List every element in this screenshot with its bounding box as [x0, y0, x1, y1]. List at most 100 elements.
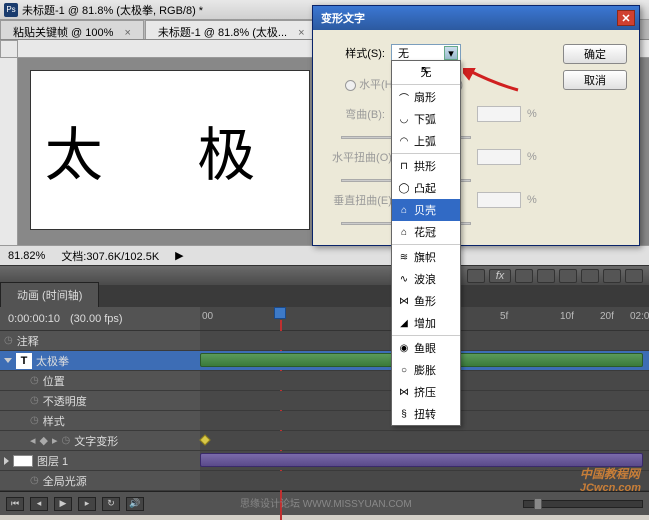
close-button[interactable]: ✕ — [617, 10, 635, 26]
dd-shell-lower[interactable]: ⌂贝壳↖ — [392, 199, 460, 221]
dd-arc[interactable]: ⌒扇形 — [392, 86, 460, 108]
dd-wave[interactable]: ∿波浪 — [392, 268, 460, 290]
text-layer-content[interactable]: 太 极 — [45, 108, 296, 192]
keyframe-nav-next-icon[interactable]: ▸ — [52, 434, 58, 447]
opt-btn[interactable] — [625, 269, 643, 283]
vdist-input — [477, 192, 521, 208]
speaker-icon[interactable]: 🔊 — [126, 497, 144, 511]
loop-button[interactable]: ↻ — [102, 497, 120, 511]
ruler-vertical[interactable] — [0, 58, 18, 245]
bend-input — [477, 106, 521, 122]
prev-frame-button[interactable]: ◂ — [30, 497, 48, 511]
dd-bulge[interactable]: ◯凸起 — [392, 177, 460, 199]
opt-btn[interactable] — [467, 269, 485, 283]
opt-btn[interactable] — [515, 269, 533, 283]
keyframe-nav-prev-icon[interactable]: ◂ — [30, 434, 36, 447]
row-comments[interactable]: ◷注释 — [0, 331, 649, 351]
row-position[interactable]: ◷位置 — [0, 371, 649, 391]
layer-track[interactable] — [200, 453, 643, 467]
row-opacity[interactable]: ◷不透明度 — [0, 391, 649, 411]
cancel-button[interactable]: 取消 — [563, 70, 627, 90]
dd-flag[interactable]: ≋旗帜 — [392, 246, 460, 268]
opt-btn[interactable] — [537, 269, 555, 283]
app-icon: Ps — [4, 3, 18, 17]
status-bar: 81.82% 文档:307.6K/102.5K ▶ — [0, 245, 649, 265]
animation-panel: 动画 (时间轴) 0:00:00:10 (30.00 fps) 00 5f 10… — [0, 285, 649, 515]
disclosure-icon[interactable] — [4, 358, 12, 363]
chevron-right-icon[interactable]: ▶ — [175, 249, 183, 262]
rewind-button[interactable]: ⏮ — [6, 497, 24, 511]
dd-arc-upper[interactable]: ◠上弧 — [392, 130, 460, 152]
stopwatch-icon[interactable]: ◷ — [30, 415, 39, 426]
twist-icon: § — [398, 409, 410, 419]
dd-arc-lower[interactable]: ◡下弧 — [392, 108, 460, 130]
doc-tab-0[interactable]: 粘贴关键帧 @ 100% × — [0, 20, 144, 39]
opt-fx-button[interactable]: fx — [489, 269, 511, 283]
fish-icon: ⋈ — [398, 296, 410, 306]
row-global-light[interactable]: ◷全局光源 — [0, 471, 649, 491]
ruler-corner[interactable] — [0, 40, 18, 58]
flag-icon: ≋ — [398, 252, 410, 262]
dd-rise[interactable]: ◢增加 — [392, 312, 460, 334]
zoom-level[interactable]: 81.82% — [8, 250, 45, 262]
animation-tab[interactable]: 动画 (时间轴) — [0, 282, 99, 307]
wave-icon: ∿ — [398, 274, 410, 284]
zoom-slider[interactable] — [523, 500, 643, 508]
panel-tabs: 动画 (时间轴) — [0, 285, 649, 307]
row-style[interactable]: ◷样式 — [0, 411, 649, 431]
disclosure-icon[interactable] — [4, 457, 9, 465]
slider-thumb[interactable] — [534, 498, 542, 510]
squeeze-icon: ⋈ — [398, 387, 410, 397]
dialog-title: 变形文字 — [321, 10, 365, 26]
row-text-warp[interactable]: ◂◆▸◷文字变形 — [0, 431, 649, 451]
arc-icon: ⌒ — [398, 92, 410, 102]
doc-tab-1[interactable]: 未标题-1 @ 81.8% (太极... × — [145, 20, 318, 39]
dd-arch[interactable]: ⊓拱形 — [392, 155, 460, 177]
stopwatch-icon[interactable]: ◷ — [4, 335, 13, 346]
play-button[interactable]: ▶ — [54, 497, 72, 511]
rise-icon: ◢ — [398, 318, 410, 328]
opt-btn[interactable] — [603, 269, 621, 283]
watermark: 中国教程网 JCwcn.com — [580, 465, 641, 494]
close-icon[interactable]: × — [124, 27, 130, 39]
stopwatch-icon[interactable]: ◷ — [30, 395, 39, 406]
next-frame-button[interactable]: ▸ — [78, 497, 96, 511]
timecode[interactable]: 0:00:00:10 — [8, 313, 60, 325]
arc-lower-icon: ◡ — [398, 114, 410, 124]
dd-fish[interactable]: ⋈鱼形 — [392, 290, 460, 312]
row-text-layer[interactable]: T太极拳 — [0, 351, 649, 371]
timeline-header: 0:00:00:10 (30.00 fps) 00 5f 10f 20f 02:… — [0, 307, 649, 331]
keyframe-diamond-icon[interactable]: ◆ — [40, 434, 48, 447]
opt-btn[interactable] — [581, 269, 599, 283]
playhead[interactable] — [274, 307, 286, 319]
ok-button[interactable]: 确定 — [563, 44, 627, 64]
style-dropdown[interactable]: 无 ⌒扇形 ◡下弧 ◠上弧 ⊓拱形 ◯凸起 ⌂贝壳↖ ⌂花冠 ≋旗帜 ∿波浪 ⋈… — [391, 60, 461, 426]
dd-shell-upper[interactable]: ⌂花冠 — [392, 221, 460, 243]
timeline: 0:00:00:10 (30.00 fps) 00 5f 10f 20f 02:… — [0, 307, 649, 491]
stopwatch-icon[interactable]: ◷ — [62, 435, 71, 446]
dd-fisheye[interactable]: ◉鱼眼 — [392, 337, 460, 359]
style-label: 样式(S): — [325, 45, 385, 61]
hdist-input — [477, 149, 521, 165]
stopwatch-icon[interactable]: ◷ — [30, 475, 39, 486]
inflate-icon: ○ — [398, 365, 410, 375]
arch-icon: ⊓ — [398, 161, 410, 171]
dialog-titlebar[interactable]: 变形文字 ✕ — [313, 6, 639, 30]
arc-upper-icon: ◠ — [398, 136, 410, 146]
dd-twist[interactable]: §扭转 — [392, 403, 460, 425]
cursor-icon: ↖ — [420, 63, 430, 77]
close-icon[interactable]: × — [298, 27, 304, 39]
dd-inflate[interactable]: ○膨胀 — [392, 359, 460, 381]
row-layer1[interactable]: 图层 1 — [0, 451, 649, 471]
fisheye-icon: ◉ — [398, 343, 410, 353]
layer-thumb-icon — [13, 455, 33, 467]
bulge-icon: ◯ — [398, 183, 410, 193]
chevron-down-icon[interactable]: ▾ — [444, 46, 458, 60]
watermark-forum: 思缘设计论坛 WWW.MISSYUAN.COM — [240, 495, 412, 510]
opt-btn[interactable] — [559, 269, 577, 283]
window-title: 未标题-1 @ 81.8% (太极拳, RGB/8) * — [22, 2, 203, 18]
stopwatch-icon[interactable]: ◷ — [30, 375, 39, 386]
keyframe[interactable] — [199, 434, 210, 445]
canvas[interactable]: 太 极 — [30, 70, 310, 230]
dd-squeeze[interactable]: ⋈挤压 — [392, 381, 460, 403]
